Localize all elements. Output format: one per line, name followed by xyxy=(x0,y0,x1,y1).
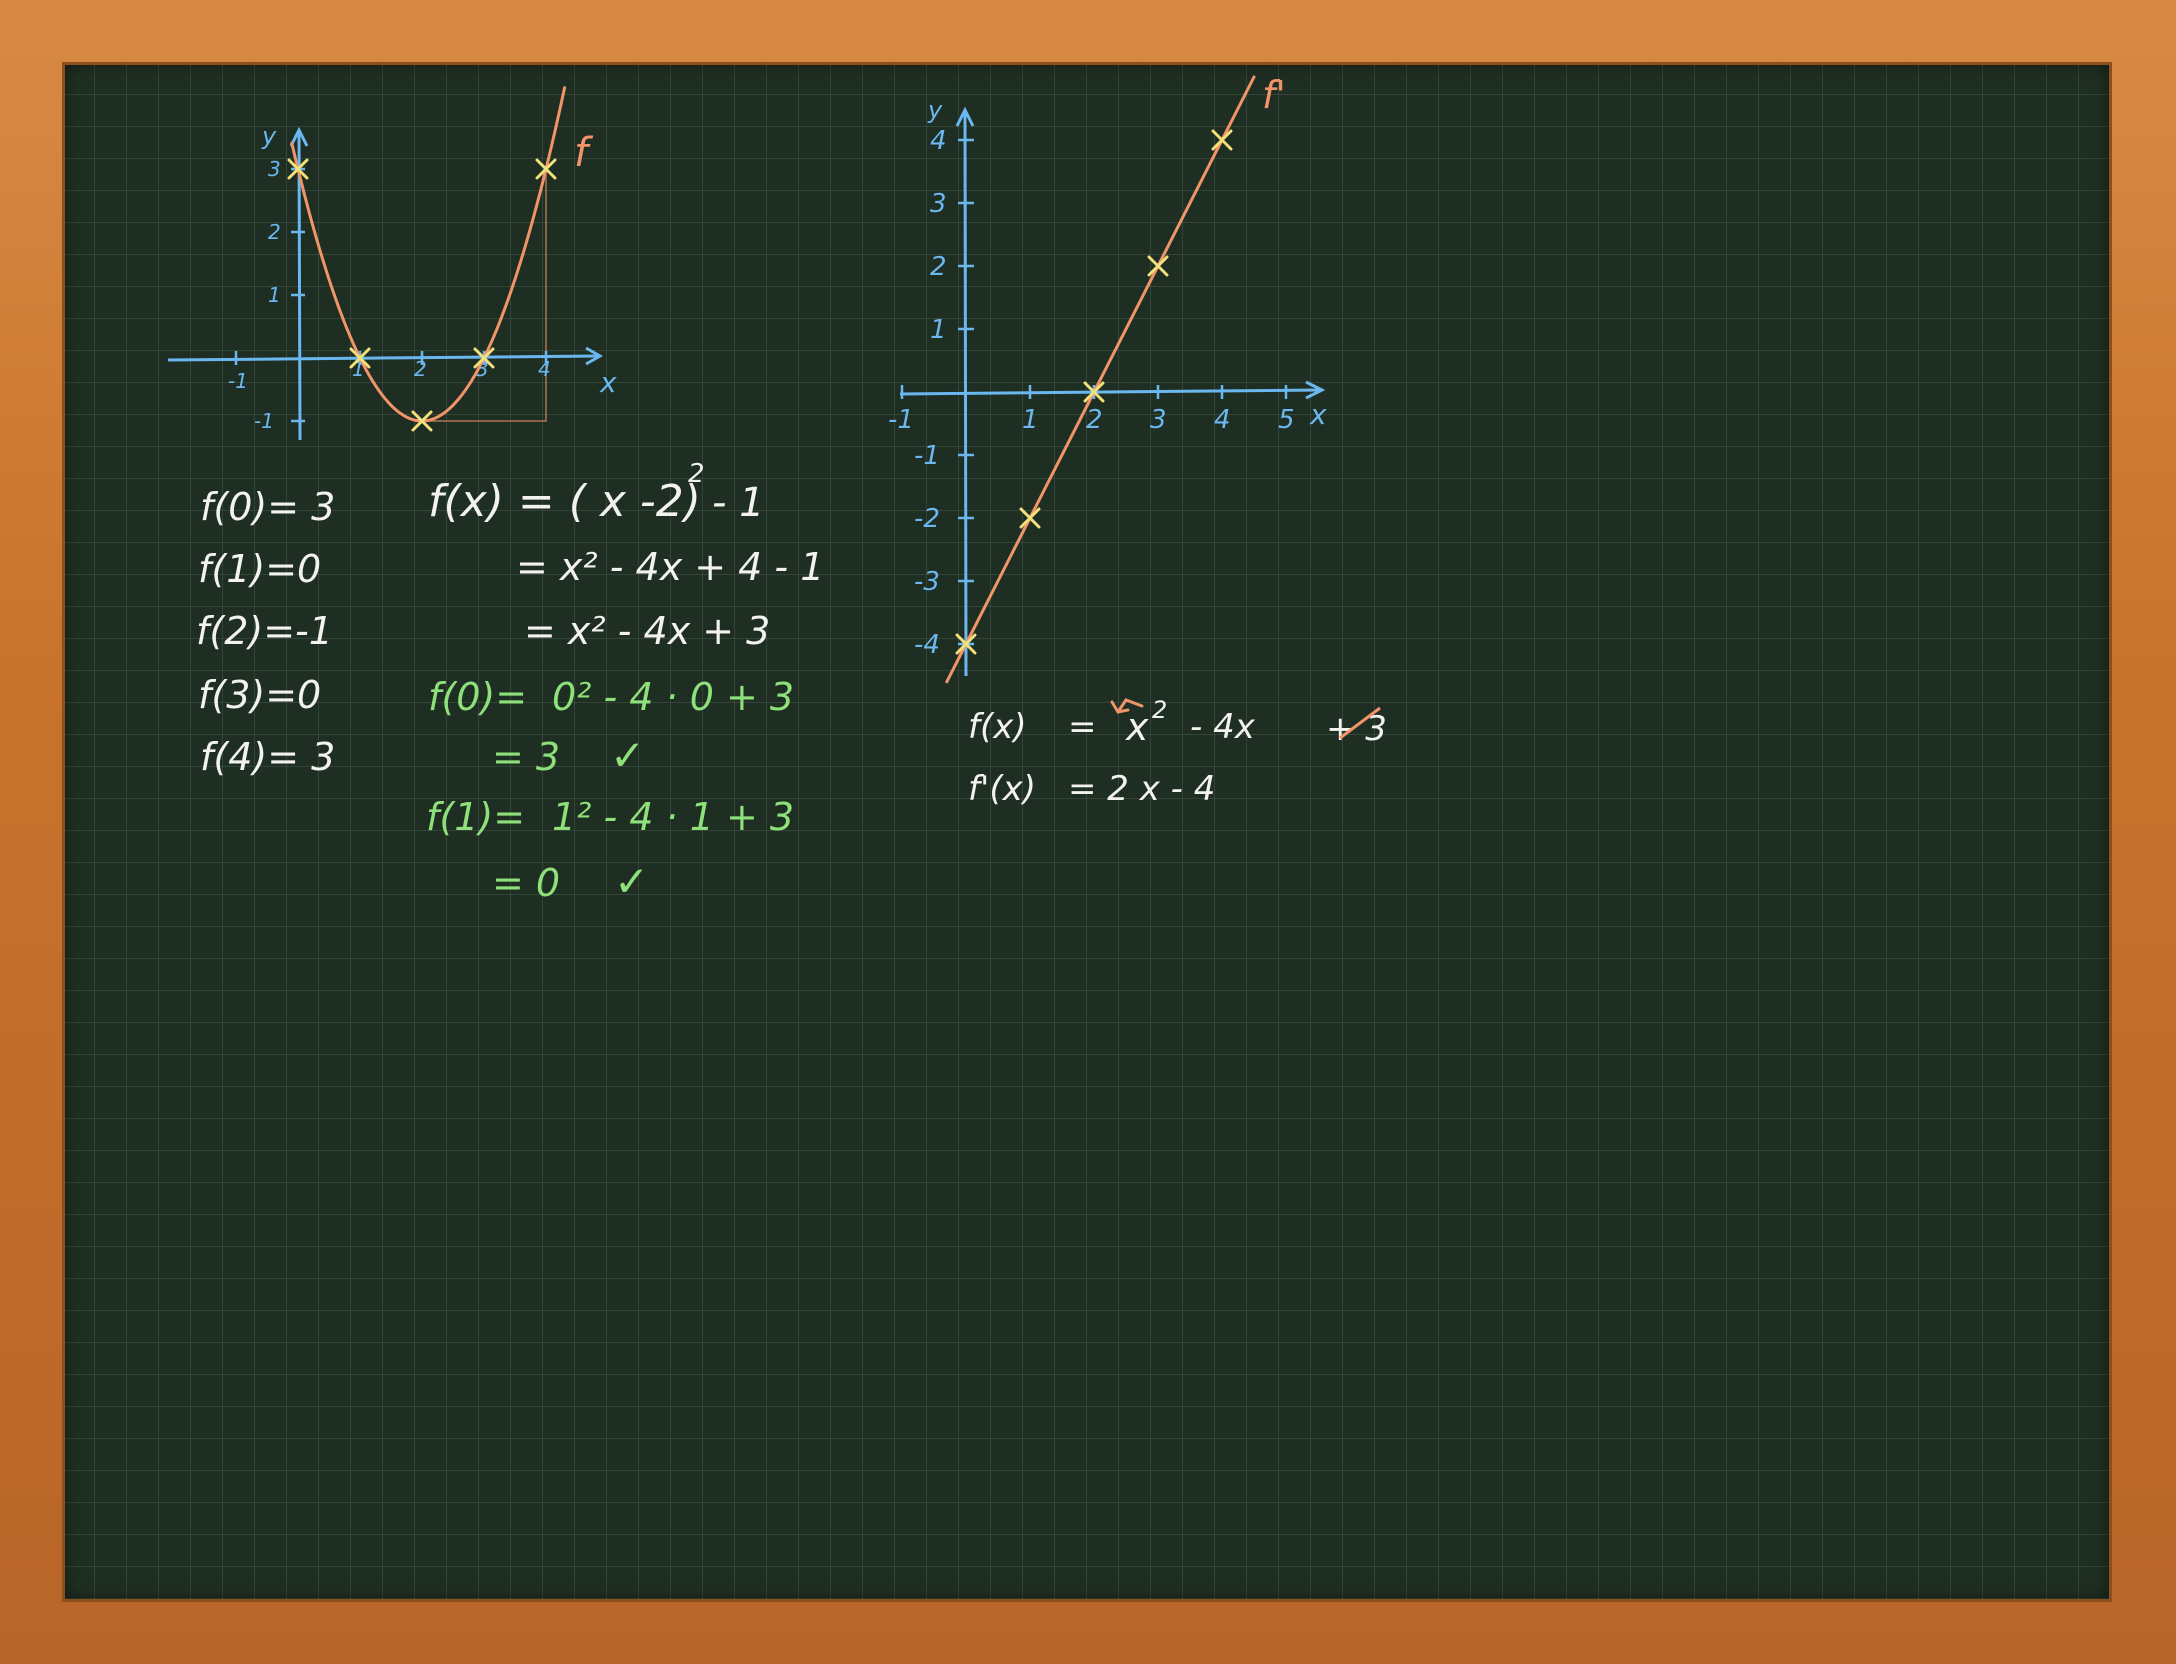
value-f3: f(3)=0 xyxy=(198,673,321,717)
graph-f-prime-x-tick-label: 2 xyxy=(1086,405,1103,435)
expansion: f(x) = ( x -2) 2 - 1 = x² - 4x + 4 - 1 =… xyxy=(428,459,824,653)
graph-f-prime-point xyxy=(1147,255,1169,277)
graph-f-y-tick-label: 2 xyxy=(268,220,281,244)
derivative-line2-lhs: f'(x) xyxy=(968,769,1036,809)
graph-f-prime-point xyxy=(1019,507,1041,529)
board-drawing: -1 1 2 3 4 3 2 1 -1 x y f -1 1 2 3 4 5 4 3 2 1 -1 -2 -3 -4 x … xyxy=(167,73,1387,906)
graph-f-prime-x-axis xyxy=(899,388,1321,396)
derivative-line2-rhs: = 2 x - 4 xyxy=(1068,769,1215,809)
graph-f-x-tick-label: -1 xyxy=(228,369,248,393)
graph-f-prime-y-tick-label: 3 xyxy=(930,189,947,219)
graph-f-curve-label: f xyxy=(574,130,594,176)
expansion-line3: = x² - 4x + 3 xyxy=(524,609,770,653)
graph-f-prime: -1 1 2 3 4 5 4 3 2 1 -1 -2 -3 -4 x y f' xyxy=(888,73,1327,684)
graph-f-prime-y-tick-label: -4 xyxy=(914,630,940,660)
function-values: f(0)= 3 f(1)=0 f(2)=-1 f(3)=0 f(4)= 3 xyxy=(196,485,335,779)
graph-f-prime-y-tick-label: -1 xyxy=(914,441,940,471)
graph-f-curve xyxy=(290,86,567,423)
graph-f-series-line xyxy=(290,86,567,423)
derivative-line1-exponent: 2 xyxy=(1152,696,1167,724)
graph-f-prime-y-tick-label: 4 xyxy=(930,126,947,156)
graph-f-prime-line xyxy=(945,75,1256,684)
value-f0: f(0)= 3 xyxy=(200,485,335,529)
graph-f-prime-x-tick-label: 4 xyxy=(1214,405,1231,435)
derivative-line1-term1: x xyxy=(1125,705,1149,749)
graph-f-prime-y-tick-label: 2 xyxy=(930,252,947,282)
graph-f-prime-y-tick-label: 1 xyxy=(930,315,947,345)
graph-f-prime-x-label: x xyxy=(1309,398,1327,431)
value-f2: f(2)=-1 xyxy=(196,609,333,653)
graph-f-prime-x-tick-label: 3 xyxy=(1150,405,1167,435)
graph-f-x-tick-label: 4 xyxy=(538,357,551,381)
graph-f: -1 1 2 3 4321-1 x y f xyxy=(167,86,617,441)
graph-f-prime-y-tick-label: -2 xyxy=(914,504,940,534)
graph-f-ticks: -1 1 2 3 4321-1 xyxy=(228,157,551,433)
check1-result: = 3 xyxy=(492,735,560,779)
checks: f(0)= 0² - 4 · 0 + 3 = 3 ✓ f(1)= 1² - 4 … xyxy=(426,675,794,906)
graph-f-prime-y-axis xyxy=(963,111,968,677)
check1-mark-icon: ✓ xyxy=(610,731,645,780)
check2-mark-icon: ✓ xyxy=(614,857,649,906)
graph-f-y-label: y xyxy=(261,122,277,150)
expansion-line2: = x² - 4x + 4 - 1 xyxy=(516,545,824,589)
graph-f-prime-point xyxy=(1211,129,1233,151)
check2-result: = 0 xyxy=(492,861,560,905)
graph-f-y-tick-label: 1 xyxy=(268,283,281,307)
graph-f-prime-series-line xyxy=(945,75,1256,684)
value-f1: f(1)=0 xyxy=(198,547,321,591)
derivative: f(x) = x 2 - 4x + 3 f'(x) = 2 x - 4 xyxy=(968,696,1387,809)
graph-f-axes xyxy=(167,126,604,441)
expansion-line1-exponent: 2 xyxy=(688,459,705,489)
graph-f-prime-x-tick-label: -1 xyxy=(888,405,914,435)
graph-f-y-tick-label: 3 xyxy=(268,157,281,181)
check2-rhs: 1² - 4 · 1 + 3 xyxy=(552,795,794,839)
graph-f-x-label: x xyxy=(599,366,617,399)
value-f4: f(4)= 3 xyxy=(200,735,335,779)
graph-f-x-tick-label: 2 xyxy=(414,357,427,381)
expansion-line1-lhs: f(x) = ( x -2) xyxy=(428,476,701,527)
expansion-line1-rhs: - 1 xyxy=(712,480,765,526)
graph-f-guide-lines xyxy=(422,169,547,422)
check2-lhs: f(1)= xyxy=(426,795,525,839)
derivative-line1-equals: = xyxy=(1068,707,1097,747)
check1-lhs: f(0)= xyxy=(428,675,527,719)
graph-f-points xyxy=(287,158,557,432)
graph-f-prime-y-tick-label: -3 xyxy=(914,567,940,597)
graph-f-prime-curve-label: f' xyxy=(1262,73,1286,117)
derivative-line1-term2: - 4x xyxy=(1190,707,1256,747)
graph-f-x-axis xyxy=(167,354,599,362)
graph-f-prime-y-label: y xyxy=(927,96,943,124)
derivative-line1-term3: + 3 xyxy=(1326,709,1387,749)
derivative-line1-lhs: f(x) xyxy=(968,707,1027,747)
graph-f-prime-x-tick-label: 5 xyxy=(1278,405,1295,435)
graph-f-prime-x-tick-label: 1 xyxy=(1022,405,1039,435)
check1-rhs: 0² - 4 · 0 + 3 xyxy=(552,675,794,719)
graph-f-y-tick-label: -1 xyxy=(254,409,274,433)
graph-f-prime-axes xyxy=(899,106,1326,677)
